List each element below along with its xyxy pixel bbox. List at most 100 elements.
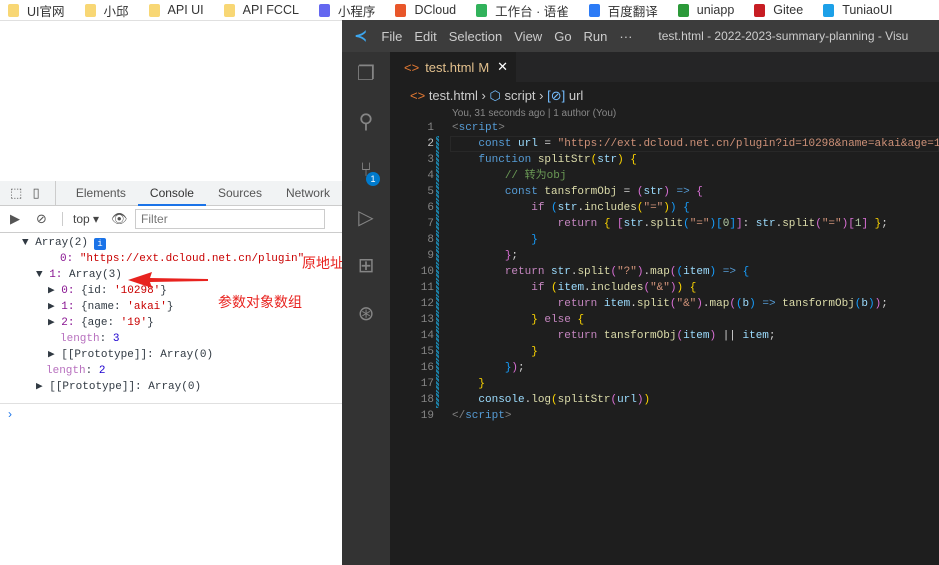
git-graph-icon[interactable]: ⊛ <box>354 302 378 326</box>
title-bar: ≺ File Edit Selection View Go Run ··· test.htm… <box>342 20 939 52</box>
menu-run[interactable]: Run <box>584 29 608 44</box>
annotation-original-address: 原地址 <box>302 256 344 272</box>
device-toolbar-icon[interactable]: ▯ <box>32 186 44 200</box>
code-line[interactable]: }; <box>452 248 518 264</box>
code-line[interactable]: const tansformObj = (str) => { <box>452 184 703 200</box>
git-modified-gutter <box>436 312 439 328</box>
extensions-icon[interactable]: ⊞ <box>354 254 378 278</box>
code-line[interactable]: const url = "https://ext.dcloud.net.cn/p… <box>452 136 939 152</box>
activity-bar: ❐ ⚲ ⑂ 1 ▷ ⊞ ⊛ <box>342 52 390 565</box>
code-line[interactable]: console.log(splitStr(url)) <box>452 392 650 408</box>
code-line[interactable]: return tansformObj(item) || item; <box>452 328 776 344</box>
code-line[interactable]: } else { <box>452 312 584 328</box>
breadcrumb: <> test.html › ⬡ script › [⊘] url <box>410 88 584 103</box>
devtools-tabbar: ⬚ ▯ Elements Console Sources Network <box>0 180 342 206</box>
line-number: 2 <box>427 138 434 150</box>
git-modified-gutter <box>436 200 439 216</box>
line-number: 5 <box>427 186 434 198</box>
line-number: 16 <box>420 362 434 374</box>
breadcrumb-file[interactable]: test.html <box>429 88 478 103</box>
dcloud-icon <box>395 3 407 17</box>
git-modified-gutter <box>436 376 439 392</box>
console-filter-input[interactable] <box>135 209 326 229</box>
code-line[interactable]: function splitStr(str) { <box>452 152 636 168</box>
console-line[interactable]: ▼ 1: Array(3) <box>36 267 122 283</box>
code-line[interactable]: return str.split("?").map((item) => { <box>452 264 749 280</box>
git-modified-gutter <box>436 168 439 184</box>
codelens-blame[interactable]: You, 31 seconds ago | 1 author (You) <box>452 108 616 119</box>
bookmark-item[interactable]: UI官网 <box>8 1 65 20</box>
bookmark-item[interactable]: API UI <box>148 3 204 17</box>
console-line[interactable]: ▶ [[Prototype]]: Array(0) <box>36 379 201 395</box>
breadcrumb-url[interactable]: url <box>569 88 583 103</box>
code-line[interactable]: if (str.includes("=")) { <box>452 200 690 216</box>
tab-test-html[interactable]: <> test.html M ✕ <box>390 52 516 82</box>
console-line[interactable]: 0: "https://ext.dcloud.net.cn/plugin" <box>60 251 304 267</box>
bookmark-item[interactable]: DCloud <box>395 3 456 17</box>
miniprogram-icon <box>318 3 330 17</box>
html-file-icon: <> <box>404 59 420 75</box>
eye-icon[interactable]: 👁 <box>111 212 128 226</box>
inspect-element-icon[interactable]: ⬚ <box>10 186 22 200</box>
tuniao-icon <box>823 3 835 17</box>
console-prompt[interactable]: › <box>0 403 342 425</box>
menu-file[interactable]: File <box>381 29 402 44</box>
code-line[interactable]: return { [str.split("=")[0]]: str.split(… <box>452 216 888 232</box>
menu-view[interactable]: View <box>514 29 542 44</box>
code-line[interactable]: if (item.includes("&")) { <box>452 280 696 296</box>
code-line[interactable]: return item.split("&").map((b) => tansfo… <box>452 296 888 312</box>
info-badge-icon: i <box>94 238 106 250</box>
menu-edit[interactable]: Edit <box>414 29 436 44</box>
bookmarks-bar: UI官网 小邱 API UI API FCCL 小程序 DCloud 工作台 · 语雀 百度翻… <box>0 0 939 21</box>
console-line[interactable]: length: 2 <box>46 363 105 379</box>
line-number: 12 <box>420 298 434 310</box>
breadcrumb-script[interactable]: script <box>504 88 535 103</box>
menu-go[interactable]: Go <box>554 29 571 44</box>
git-modified-gutter <box>436 232 439 248</box>
bookmark-item[interactable]: TuniaoUI <box>823 3 892 17</box>
bookmark-item[interactable]: API FCCL <box>223 3 299 17</box>
bookmark-item[interactable]: Gitee <box>754 3 803 17</box>
console-line[interactable]: ▶ 2: {age: '19'} <box>48 315 154 331</box>
tab-sources[interactable]: Sources <box>206 181 274 206</box>
tab-network[interactable]: Network <box>274 181 342 206</box>
search-icon[interactable]: ⚲ <box>354 110 378 134</box>
console-line[interactable]: ▼ Array(2) <box>22 235 88 251</box>
code-line[interactable]: </script> <box>452 408 511 424</box>
context-selector[interactable]: top ▾ <box>62 212 109 226</box>
bookmark-item[interactable]: 小邱 <box>84 1 129 20</box>
folder-icon <box>148 3 160 17</box>
tab-console[interactable]: Console <box>137 181 206 206</box>
bookmark-item[interactable]: 小程序 <box>318 1 375 20</box>
git-modified-gutter <box>436 248 439 264</box>
code-line[interactable]: }); <box>452 360 525 376</box>
clear-console-icon[interactable]: ⊘ <box>36 212 52 226</box>
code-line[interactable]: } <box>452 376 485 392</box>
sidebar-toggle-icon[interactable]: ▶ <box>10 212 26 226</box>
bookmark-item[interactable]: 百度翻译 <box>588 1 658 20</box>
tab-elements[interactable]: Elements <box>64 181 138 206</box>
line-number: 17 <box>420 378 434 390</box>
explorer-icon[interactable]: ❐ <box>354 62 378 86</box>
code-line[interactable]: } <box>452 344 538 360</box>
devtools-panel: ⬚ ▯ Elements Console Sources Network ▶ ⊘ to… <box>0 180 342 565</box>
code-line[interactable]: } <box>452 232 538 248</box>
code-line[interactable]: <script> <box>452 120 505 136</box>
git-modified-gutter <box>436 328 439 344</box>
bookmark-item[interactable]: uniapp <box>677 3 734 17</box>
vscode-window: ≺ File Edit Selection View Go Run ··· test.htm… <box>342 20 939 565</box>
console-line[interactable]: length: 3 <box>60 331 119 347</box>
git-modified-gutter <box>436 392 439 408</box>
run-debug-icon[interactable]: ▷ <box>354 206 378 230</box>
menu-selection[interactable]: Selection <box>449 29 502 44</box>
variable-icon: [⊘] <box>547 88 566 103</box>
console-line[interactable]: ▶ 1: {name: 'akai'} <box>48 299 173 315</box>
menu-more[interactable]: ··· <box>619 29 632 44</box>
code-line[interactable]: // 转为obj <box>452 168 567 184</box>
bookmark-item[interactable]: 工作台 · 语雀 <box>476 1 569 20</box>
git-modified-gutter <box>436 280 439 296</box>
line-number: 14 <box>420 330 434 342</box>
close-tab-icon[interactable]: ✕ <box>497 59 508 75</box>
console-line[interactable]: ▶ [[Prototype]]: Array(0) <box>48 347 213 363</box>
annotation-param-array: 参数对象数组 <box>218 295 302 311</box>
